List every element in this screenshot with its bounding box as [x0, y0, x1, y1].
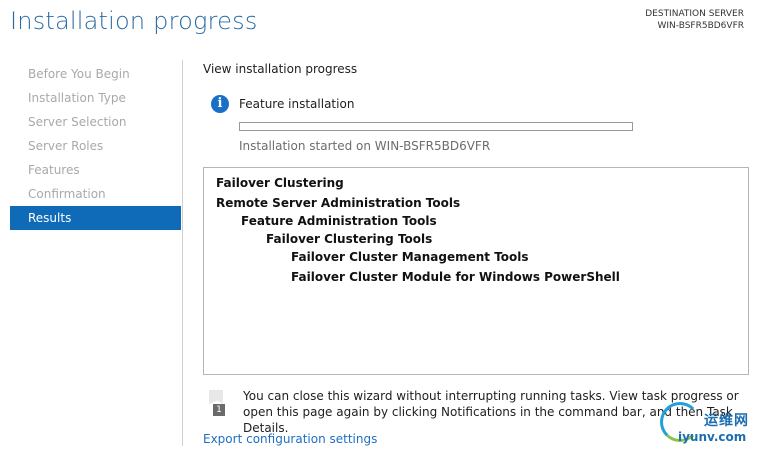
- installation-started-text: Installation started on WIN-BSFR5BD6VFR: [239, 139, 491, 153]
- result-item: Failover Cluster Management Tools: [291, 250, 529, 264]
- watermark-logo: 运维网 iyunv.com: [660, 402, 764, 450]
- notification-badge: 1: [213, 404, 225, 416]
- installation-progress-bar: [239, 122, 633, 131]
- status-label: Feature installation: [239, 97, 355, 111]
- destination-server-info: DESTINATION SERVER WIN-BSFR5BD6VFR: [645, 8, 744, 32]
- page-title: Installation progress: [10, 7, 258, 35]
- nav-item-confirmation: Confirmation: [28, 187, 106, 201]
- result-item: Failover Clustering Tools: [266, 232, 433, 246]
- notification-flag-icon: 1: [205, 390, 227, 416]
- result-item: Remote Server Administration Tools: [216, 196, 461, 210]
- main-content: View installation progress i Feature ins…: [203, 62, 755, 446]
- flag-shape: [209, 390, 223, 404]
- nav-item-server-selection: Server Selection: [28, 115, 127, 129]
- status-row: i Feature installation: [211, 94, 755, 114]
- nav-item-before-you-begin: Before You Begin: [28, 67, 130, 81]
- watermark-cn-text: 运维网: [704, 413, 749, 429]
- results-list[interactable]: Failover Clustering Remote Server Admini…: [203, 167, 749, 375]
- nav-item-installation-type: Installation Type: [28, 91, 126, 105]
- info-icon: i: [211, 95, 229, 113]
- result-item: Feature Administration Tools: [241, 214, 437, 228]
- watermark-en-text: iyunv.com: [678, 430, 747, 444]
- nav-divider: [182, 60, 183, 446]
- nav-item-features: Features: [28, 163, 80, 177]
- destination-label: DESTINATION SERVER: [645, 9, 744, 19]
- nav-item-results[interactable]: Results: [10, 206, 181, 230]
- section-subheading: View installation progress: [203, 62, 358, 76]
- result-item: Failover Cluster Module for Windows Powe…: [291, 270, 620, 284]
- nav-item-server-roles: Server Roles: [28, 139, 104, 153]
- wizard-steps-nav: Before You Begin Installation Type Serve…: [10, 62, 181, 230]
- destination-server-name: WIN-BSFR5BD6VFR: [657, 21, 744, 31]
- export-configuration-link[interactable]: Export configuration settings: [203, 432, 377, 446]
- result-item: Failover Clustering: [216, 176, 344, 190]
